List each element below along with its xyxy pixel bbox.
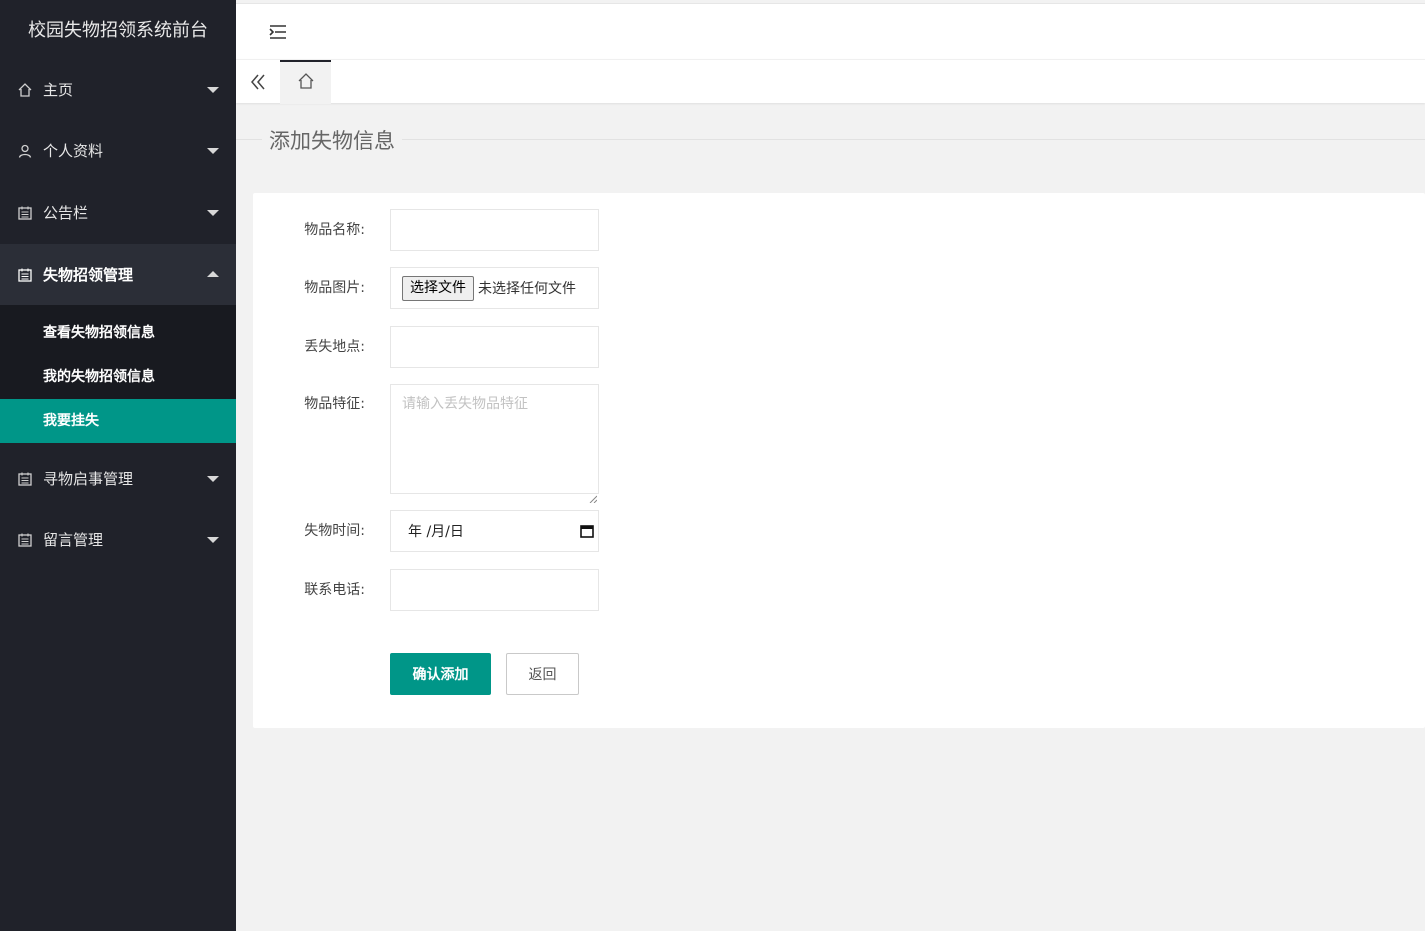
choose-file-button[interactable]: 选择文件 xyxy=(402,275,474,301)
top-header xyxy=(236,3,1425,59)
sidebar-item-label: 失物招领管理 xyxy=(43,266,134,284)
back-button[interactable]: 返回 xyxy=(506,653,579,695)
tab-home[interactable] xyxy=(280,60,331,104)
divider xyxy=(236,139,1425,140)
chevron-down-icon xyxy=(207,537,219,543)
location-input[interactable] xyxy=(390,326,599,368)
sidebar-item-messages[interactable]: 留言管理 xyxy=(0,509,236,570)
confirm-add-button[interactable]: 确认添加 xyxy=(390,653,491,695)
form-row-feature: 物品特征: xyxy=(253,384,599,504)
sidebar-item-label: 个人资料 xyxy=(43,142,104,160)
sidebar-item-home[interactable]: 主页 xyxy=(0,59,236,120)
form-row-phone: 联系电话: xyxy=(253,569,599,611)
sidebar: 校园失物招领系统前台 主页 个人资料 公告栏 失物招领管理 查看失物招领信息 我… xyxy=(0,0,236,931)
sidebar-item-label: 寻物启事管理 xyxy=(43,470,134,488)
user-icon xyxy=(16,142,34,160)
feature-label: 物品特征: xyxy=(304,396,365,412)
menu-toggle-icon[interactable] xyxy=(269,24,287,40)
brand-title: 校园失物招领系统前台 xyxy=(28,20,208,41)
form-row-location: 丢失地点: xyxy=(253,326,599,368)
submenu-item-report-lost[interactable]: 我要挂失 xyxy=(0,399,236,443)
phone-input[interactable] xyxy=(390,569,599,611)
file-status: 未选择任何文件 xyxy=(478,281,576,297)
submenu-lost-found: 查看失物招领信息 我的失物招领信息 我要挂失 xyxy=(0,305,236,443)
submenu-item-view-lost-found[interactable]: 查看失物招领信息 xyxy=(0,311,236,355)
item-name-label: 物品名称: xyxy=(304,222,365,238)
location-label: 丢失地点: xyxy=(304,339,365,355)
calendar-icon xyxy=(16,266,34,284)
item-image-label: 物品图片: xyxy=(304,280,365,296)
chevron-down-icon xyxy=(207,210,219,216)
sidebar-item-label: 公告栏 xyxy=(43,204,89,222)
sidebar-item-label: 主页 xyxy=(43,81,74,99)
chevron-up-icon xyxy=(207,271,219,277)
chevron-down-icon xyxy=(207,476,219,482)
form-row-image: 物品图片: 选择文件 未选择任何文件 xyxy=(253,267,599,309)
resize-handle-icon[interactable] xyxy=(589,488,598,504)
file-picker: 选择文件 未选择任何文件 xyxy=(390,267,599,309)
sidebar-item-lost-found[interactable]: 失物招领管理 xyxy=(0,244,236,305)
page-title: 添加失物信息 xyxy=(262,125,402,155)
calendar-icon[interactable] xyxy=(580,524,594,538)
time-label: 失物时间: xyxy=(304,523,365,539)
double-chevron-left-icon[interactable] xyxy=(248,72,268,92)
phone-label: 联系电话: xyxy=(304,582,365,598)
tab-bar xyxy=(236,59,1425,104)
sidebar-item-bulletin[interactable]: 公告栏 xyxy=(0,182,236,243)
calendar-icon xyxy=(16,470,34,488)
calendar-icon xyxy=(16,531,34,549)
sidebar-item-found-notice[interactable]: 寻物启事管理 xyxy=(0,448,236,509)
chevron-down-icon xyxy=(207,87,219,93)
chevron-down-icon xyxy=(207,148,219,154)
home-icon xyxy=(16,81,34,99)
submenu-item-my-lost-found[interactable]: 我的失物招领信息 xyxy=(0,355,236,399)
form-row-name: 物品名称: xyxy=(253,209,599,251)
calendar-icon xyxy=(16,204,34,222)
feature-textarea-wrap xyxy=(390,384,599,504)
sidebar-item-label: 留言管理 xyxy=(43,531,104,549)
sidebar-item-profile[interactable]: 个人资料 xyxy=(0,120,236,181)
home-icon xyxy=(297,72,315,94)
item-name-input[interactable] xyxy=(390,209,599,251)
feature-textarea[interactable] xyxy=(390,384,599,494)
page-title-legend: 添加失物信息 xyxy=(236,120,1425,160)
form-card: 物品名称: 物品图片: 选择文件 未选择任何文件 丢失地点: 物品特征: 失物时… xyxy=(253,193,1425,728)
form-row-time: 失物时间: 年 /月/日 xyxy=(253,510,599,552)
date-value: 年 /月/日 xyxy=(408,524,464,540)
date-input[interactable]: 年 /月/日 xyxy=(390,510,599,552)
